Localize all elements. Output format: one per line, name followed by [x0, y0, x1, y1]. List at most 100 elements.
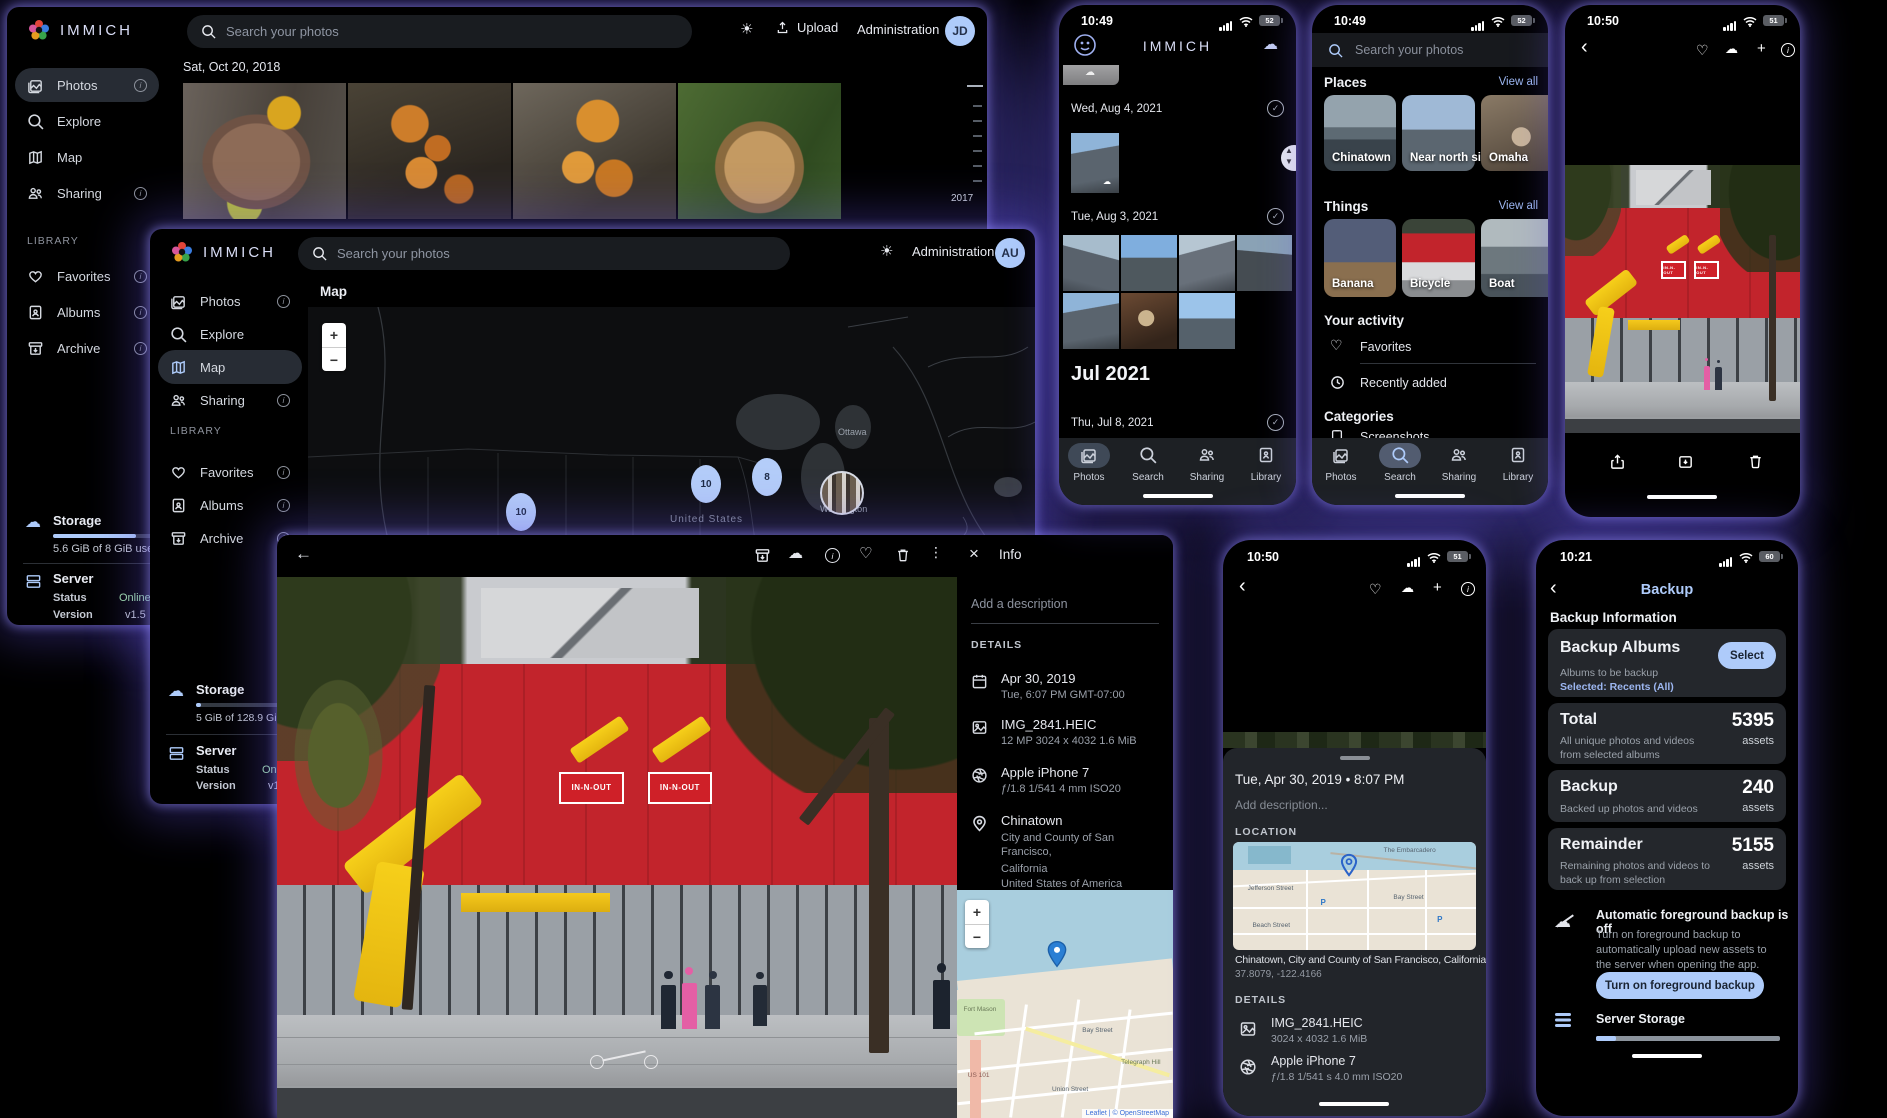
sidebar-item-archive[interactable]: Archive i: [15, 331, 159, 365]
sheet-drag-handle[interactable]: [1340, 756, 1370, 760]
photo-sliver[interactable]: [1223, 732, 1486, 748]
zoom-in-button[interactable]: +: [965, 900, 989, 924]
administration-link[interactable]: Administration: [857, 22, 939, 37]
thing-card[interactable]: Bicycle: [1402, 219, 1475, 297]
nav-item-sharing[interactable]: Sharing: [1178, 446, 1236, 483]
photo-thumbnail[interactable]: [348, 83, 511, 219]
photo-thumbnail[interactable]: [1179, 293, 1235, 349]
sidebar-item-albums[interactable]: Albums i: [158, 488, 302, 522]
select-all-check-icon[interactable]: ✓: [1267, 208, 1284, 225]
cloud-download-icon[interactable]: ☁: [788, 544, 803, 562]
nav-item-search[interactable]: Search: [1119, 446, 1177, 483]
user-avatar[interactable]: JD: [945, 16, 975, 46]
sidebar-item-map[interactable]: Map: [15, 140, 159, 174]
close-icon[interactable]: ×: [969, 544, 979, 564]
info-circle-icon[interactable]: i: [134, 306, 147, 319]
sidebar-item-photos[interactable]: Photos i: [15, 68, 159, 102]
immich-logo[interactable]: IMMICH: [27, 18, 133, 42]
photo-thumbnail[interactable]: [678, 83, 841, 219]
nav-item-search[interactable]: Search: [1371, 446, 1429, 483]
asset-location[interactable]: Chinatown City and County of San Francis…: [1001, 813, 1161, 890]
timeline-drag-scrubber[interactable]: ▲ ▼: [1281, 145, 1296, 171]
theme-toggle-sun-icon[interactable]: ☀: [880, 242, 893, 260]
info-icon[interactable]: i: [1461, 582, 1475, 596]
nav-item-library[interactable]: Library: [1237, 446, 1295, 483]
place-card[interactable]: Chinatown: [1324, 95, 1396, 171]
sidebar-item-favorites[interactable]: Favorites i: [15, 259, 159, 293]
back-chevron-icon[interactable]: ‹: [1239, 576, 1246, 596]
search-bar[interactable]: [298, 237, 790, 270]
trash-icon[interactable]: [1747, 453, 1764, 470]
administration-link[interactable]: Administration: [912, 244, 994, 259]
map-zoom-control[interactable]: + −: [965, 900, 989, 948]
search-bar[interactable]: Search your photos: [1312, 33, 1548, 67]
info-circle-icon[interactable]: i: [134, 79, 147, 92]
nav-item-library[interactable]: Library: [1489, 446, 1547, 483]
search-input[interactable]: [337, 246, 776, 261]
map-cluster-marker[interactable]: 8: [752, 458, 782, 496]
photo-thumbnail[interactable]: [1063, 235, 1119, 291]
info-circle-icon[interactable]: i: [277, 295, 290, 308]
map-cluster-marker[interactable]: 10: [691, 465, 721, 503]
sidebar-item-favorites[interactable]: Favorites i: [158, 455, 302, 489]
description-placeholder[interactable]: Add a description: [971, 597, 1068, 611]
sidebar-item-sharing[interactable]: Sharing i: [158, 383, 302, 417]
add-icon[interactable]: +: [1757, 40, 1766, 57]
place-card[interactable]: Near north side: [1402, 95, 1475, 171]
archive-icon[interactable]: [1677, 453, 1694, 470]
timeline-year-label[interactable]: 2017: [951, 193, 973, 204]
photo-in-n-out[interactable]: IN-N-OUT IN-N-OUT: [1565, 165, 1800, 433]
photo-thumbnail[interactable]: [1121, 293, 1177, 349]
sidebar-item-sharing[interactable]: Sharing i: [15, 176, 159, 210]
timeline-scrubber-handle[interactable]: [967, 85, 983, 87]
photo-thumbnail[interactable]: [513, 83, 676, 219]
heart-icon[interactable]: ♡: [1696, 42, 1709, 59]
archive-icon[interactable]: [754, 547, 771, 564]
cloud-upload-icon[interactable]: ☁: [1401, 580, 1414, 596]
photo-in-n-out[interactable]: IN-N-OUT IN-N-OUT: [277, 577, 957, 1118]
description-placeholder[interactable]: Add description...: [1235, 798, 1328, 812]
search-input[interactable]: [226, 24, 678, 39]
view-all-link[interactable]: View all: [1499, 200, 1538, 212]
trash-icon[interactable]: [895, 547, 911, 563]
location-map[interactable]: Fort Mason US 101 Bay Street Union Stree…: [957, 890, 1173, 1118]
thing-card[interactable]: Banana: [1324, 219, 1396, 297]
backup-status-icon[interactable]: ☁: [1263, 35, 1278, 53]
location-map[interactable]: The Embarcadero Jefferson Street Beach S…: [1233, 842, 1476, 950]
turn-on-foreground-backup-button[interactable]: Turn on foreground backup: [1596, 972, 1764, 999]
photo-thumbnail[interactable]: [1179, 235, 1235, 291]
info-circle-icon[interactable]: i: [134, 342, 147, 355]
photo-thumbnail[interactable]: [1237, 235, 1292, 291]
share-icon[interactable]: [1609, 453, 1626, 470]
info-icon[interactable]: i: [825, 548, 840, 563]
zoom-out-button[interactable]: −: [322, 347, 346, 371]
map-cluster-marker[interactable]: 10: [506, 493, 536, 531]
map-zoom-control[interactable]: + −: [322, 323, 346, 371]
sidebar-item-map[interactable]: Map: [158, 350, 302, 384]
search-bar[interactable]: [187, 15, 692, 48]
add-icon[interactable]: +: [1433, 579, 1442, 596]
select-all-check-icon[interactable]: ✓: [1267, 100, 1284, 117]
sidebar-item-explore[interactable]: Explore: [15, 104, 159, 138]
cloud-upload-icon[interactable]: ☁: [1725, 41, 1738, 57]
info-circle-icon[interactable]: i: [134, 187, 147, 200]
heart-icon[interactable]: ♡: [859, 544, 872, 562]
view-all-link[interactable]: View all: [1499, 76, 1538, 88]
select-button[interactable]: Select: [1718, 642, 1776, 669]
photo-thumbnail[interactable]: [1121, 235, 1177, 291]
photo-thumbnail[interactable]: [1071, 133, 1119, 193]
info-circle-icon[interactable]: i: [134, 270, 147, 283]
select-all-check-icon[interactable]: ✓: [1267, 414, 1284, 431]
activity-recently-added[interactable]: Recently added: [1360, 376, 1447, 390]
map-photo-marker[interactable]: [820, 471, 864, 515]
nav-item-sharing[interactable]: Sharing: [1430, 446, 1488, 483]
info-circle-icon[interactable]: i: [277, 499, 290, 512]
info-icon[interactable]: i: [1781, 43, 1795, 57]
sidebar-item-albums[interactable]: Albums i: [15, 295, 159, 329]
theme-toggle-sun-icon[interactable]: ☀: [740, 20, 753, 38]
user-avatar[interactable]: AU: [995, 238, 1025, 268]
thing-card[interactable]: Boat: [1481, 219, 1548, 297]
map-attribution[interactable]: Leaflet | © OpenStreetMap: [1082, 1109, 1173, 1118]
nav-item-photos[interactable]: Photos: [1060, 446, 1118, 483]
immich-logo[interactable]: IMMICH: [170, 240, 276, 264]
